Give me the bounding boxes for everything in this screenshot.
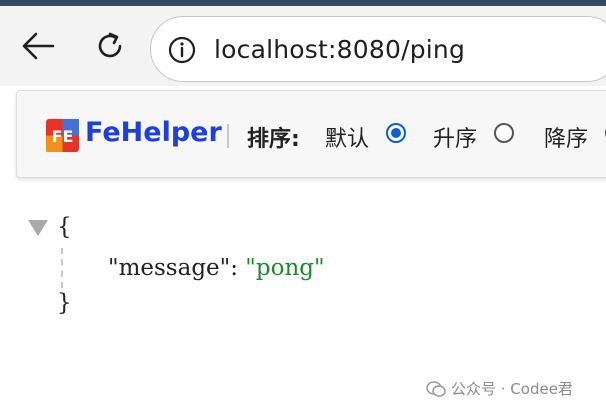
watermark: 公众号 · Codee君 — [426, 378, 573, 399]
back-button[interactable] — [16, 24, 60, 68]
site-info-icon[interactable] — [167, 35, 197, 65]
toolbar-divider — [227, 124, 229, 148]
fehelper-title: FeHelper — [85, 117, 222, 148]
sort-option-default-label[interactable]: 默认 — [325, 121, 369, 153]
address-bar[interactable]: localhost:8080/ping — [150, 16, 606, 82]
json-value: "pong" — [245, 255, 325, 281]
watermark-text: 公众号 · Codee君 — [451, 380, 573, 398]
json-viewer: { "message": "pong" } — [0, 200, 606, 340]
collapse-toggle-icon[interactable] — [28, 220, 48, 236]
sort-label: 排序: — [247, 127, 300, 152]
fehelper-toolbar: FE FeHelper 排序: 默认 升序 降序 — [16, 90, 606, 178]
reload-button[interactable] — [88, 24, 132, 68]
wechat-icon — [426, 380, 446, 397]
fehelper-logo-icon: FE — [46, 119, 79, 152]
json-colon: : — [230, 255, 246, 281]
sort-option-desc-label[interactable]: 降序 — [544, 121, 588, 153]
reload-icon — [98, 32, 122, 58]
sort-option-asc-radio[interactable] — [494, 123, 514, 143]
browser-toolbar: localhost:8080/ping — [0, 6, 606, 86]
sort-option-default-radio[interactable] — [386, 123, 406, 143]
back-arrow-icon — [22, 32, 55, 60]
json-close-brace: } — [57, 290, 72, 316]
sort-option-asc-label[interactable]: 升序 — [433, 121, 477, 153]
json-property: "message": "pong" — [108, 255, 325, 281]
json-indent-guide — [61, 248, 63, 288]
json-key: "message" — [108, 255, 231, 281]
url-text[interactable]: localhost:8080/ping — [214, 35, 465, 64]
svg-text:FE: FE — [52, 127, 74, 146]
json-open-brace: { — [57, 214, 72, 240]
